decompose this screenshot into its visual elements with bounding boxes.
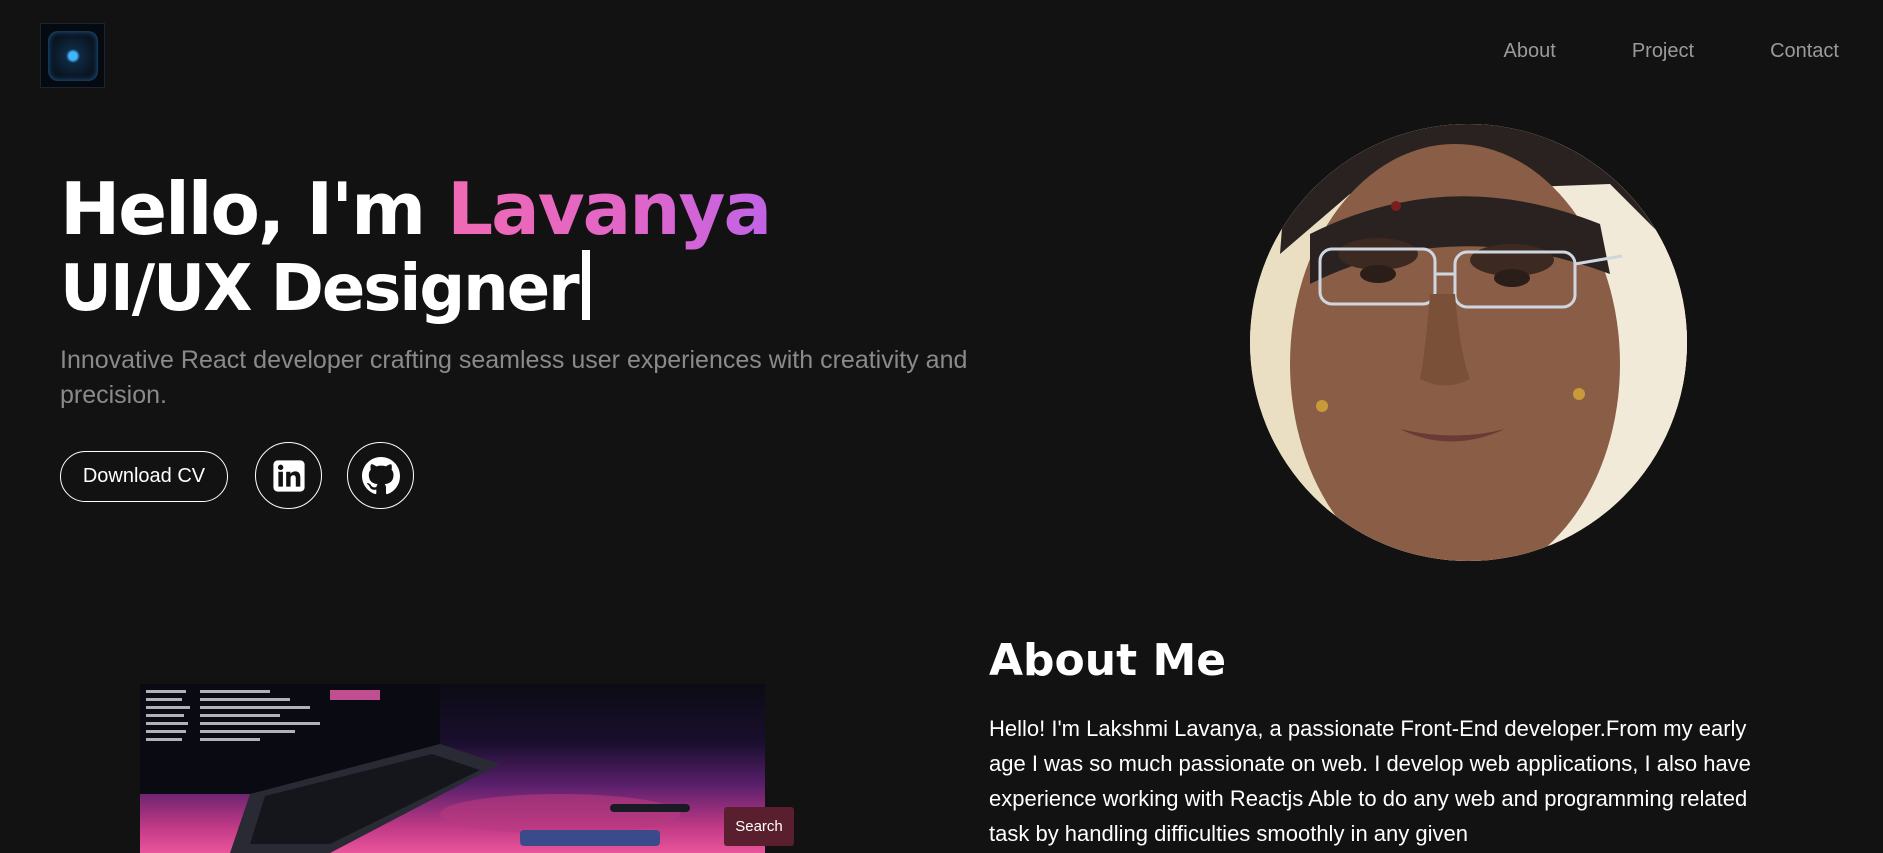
hero-name: Lavanya <box>447 167 772 251</box>
linkedin-button[interactable] <box>255 442 322 509</box>
nav-about[interactable]: About <box>1504 40 1556 63</box>
top-nav: About Project Contact <box>1504 40 1839 63</box>
site-logo[interactable] <box>40 23 105 88</box>
hero-subtitle: Innovative React developer crafting seam… <box>60 346 968 409</box>
typing-cursor <box>581 250 590 320</box>
hero-role: UI/UX Designer <box>60 250 590 328</box>
logo-icon <box>47 30 98 81</box>
profile-photo-illustration <box>1250 124 1687 561</box>
about-paragraph: Hello! I'm Lakshmi Lavanya, a passionate… <box>989 716 1751 846</box>
search-button[interactable]: Search <box>724 807 794 846</box>
linkedin-icon <box>272 459 305 492</box>
nav-contact[interactable]: Contact <box>1770 40 1839 63</box>
github-icon <box>361 456 400 494</box>
nav-project[interactable]: Project <box>1632 40 1694 63</box>
hero-role-text: UI/UX Designer <box>60 252 580 326</box>
github-button[interactable] <box>347 442 414 509</box>
about-heading: About Me <box>989 635 1227 686</box>
hero-heading: Hello, I'm Lavanya <box>60 167 772 251</box>
download-cv-button[interactable]: Download CV <box>60 451 228 502</box>
profile-photo <box>1250 124 1687 561</box>
about-image <box>140 684 765 853</box>
laptop-code-illustration <box>140 684 690 853</box>
hero-greeting: Hello, I'm <box>60 167 448 251</box>
